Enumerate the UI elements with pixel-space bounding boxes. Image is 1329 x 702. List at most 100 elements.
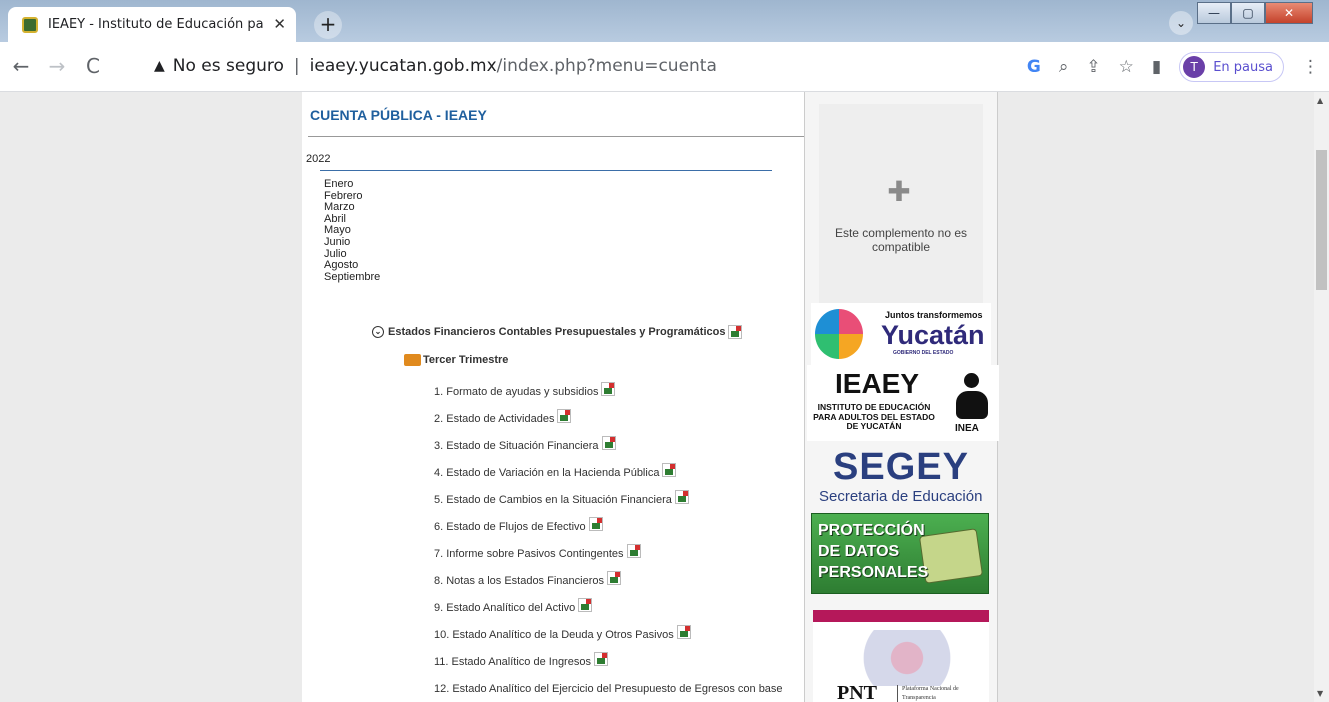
list-item[interactable]: 10. Estado Analítico de la Deuda y Otros… <box>434 625 783 652</box>
scroll-down-icon[interactable]: ▼ <box>1317 689 1323 698</box>
month-link[interactable]: Enero <box>324 178 380 191</box>
ieaey-description: INSTITUTO DE EDUCACIÓN PARA ADULTOS DEL … <box>813 402 935 431</box>
address-separator: | <box>293 56 300 76</box>
page-viewport: CUENTA PÚBLICA - IEAEY 2022 Enero Febrer… <box>0 92 1314 702</box>
list-item[interactable]: 3. Estado de Situación Financiera <box>434 436 783 463</box>
pnt-logo[interactable]: PNT Plataforma Nacional de Transparencia <box>813 610 989 702</box>
ieaey-name: IEAEY <box>835 368 920 399</box>
pdf-icon[interactable] <box>728 325 743 339</box>
bookmark-star-icon[interactable]: ☆ <box>1119 57 1134 77</box>
google-icon[interactable]: G <box>1027 57 1041 77</box>
forward-button[interactable]: → <box>42 52 72 82</box>
yucatan-logo[interactable]: Juntos transformemos Yucatán GOBIERNO DE… <box>811 303 991 365</box>
new-tab-button[interactable]: + <box>314 11 342 39</box>
zoom-icon[interactable]: ⌕ <box>1059 57 1069 77</box>
item-label[interactable]: 4. Estado de Variación en la Hacienda Pú… <box>434 467 659 479</box>
pdf-icon[interactable] <box>601 436 616 450</box>
profile-status: En pausa <box>1213 59 1273 75</box>
list-item[interactable]: 4. Estado de Variación en la Hacienda Pú… <box>434 463 783 490</box>
list-item[interactable]: 5. Estado de Cambios en la Situación Fin… <box>434 490 783 517</box>
list-item[interactable]: 6. Estado de Flujos de Efectivo <box>434 517 783 544</box>
datos-personales-banner[interactable]: PROTECCIÓN DE DATOS PERSONALES <box>811 513 989 594</box>
segey-logo[interactable]: SEGEY Secretaria de Educación <box>805 446 997 508</box>
tab-close-icon[interactable]: ✕ <box>273 15 286 33</box>
list-item[interactable]: 7. Informe sobre Pasivos Contingentes <box>434 544 783 571</box>
trimester-title: Tercer Trimestre <box>423 354 509 366</box>
sidebar: ✚ Este complemento no es compatible Junt… <box>804 92 999 702</box>
pdf-icon[interactable] <box>662 463 677 477</box>
profile-button[interactable]: T En pausa <box>1179 52 1284 82</box>
item-label[interactable]: 7. Informe sobre Pasivos Contingentes <box>434 548 624 560</box>
menu-icon[interactable]: ⋮ <box>1302 57 1319 77</box>
maximize-button[interactable]: ▢ <box>1231 2 1265 24</box>
pdf-icon[interactable] <box>676 625 691 639</box>
item-label[interactable]: 10. Estado Analítico de la Deuda y Otros… <box>434 629 674 641</box>
pdf-icon[interactable] <box>674 490 689 504</box>
month-link[interactable]: Agosto <box>324 260 380 272</box>
browser-tab[interactable]: IEAEY - Instituto de Educación pa ✕ <box>8 7 296 42</box>
scroll-thumb[interactable] <box>1316 150 1327 290</box>
section-heading[interactable]: ⌄ Estados Financieros Contables Presupue… <box>372 325 743 339</box>
browser-toolbar: ← → C ▲ No es seguro | ieaey.yucatan.gob… <box>0 42 1329 92</box>
pdf-icon[interactable] <box>588 517 603 531</box>
pdf-icon[interactable] <box>578 598 593 612</box>
item-label[interactable]: 11. Estado Analítico de Ingresos <box>434 656 591 668</box>
pdf-icon[interactable] <box>626 544 641 558</box>
section-title: Estados Financieros Contables Presupuest… <box>388 326 726 338</box>
back-button[interactable]: ← <box>6 52 36 82</box>
not-secure-icon[interactable]: ▲ <box>154 58 165 74</box>
item-label[interactable]: 12. Estado Analítico del Ejercicio del P… <box>434 683 783 695</box>
url-host[interactable]: ieaey.yucatan.gob.mx <box>310 56 497 76</box>
mexico-map-icon <box>841 630 961 686</box>
list-item[interactable]: 1. Formato de ayudas y subsidios <box>434 382 783 409</box>
segey-description: Secretaria de Educación <box>819 488 983 505</box>
list-item[interactable]: 11. Estado Analítico de Ingresos <box>434 652 783 679</box>
list-item[interactable]: 12. Estado Analítico del Ejercicio del P… <box>434 679 783 702</box>
item-label[interactable]: 8. Notas a los Estados Financieros <box>434 575 604 587</box>
security-status[interactable]: No es seguro <box>173 56 284 76</box>
reload-button[interactable]: C <box>78 52 108 82</box>
month-link[interactable]: Septiembre <box>324 271 380 284</box>
address-bar[interactable]: ▲ No es seguro | ieaey.yucatan.gob.mx /i… <box>140 49 1140 83</box>
pdf-icon[interactable] <box>601 382 616 396</box>
pdf-icon[interactable] <box>557 409 572 423</box>
url-path[interactable]: /index.php?menu=cuenta <box>497 56 717 76</box>
ieaey-logo[interactable]: IEAEY INSTITUTO DE EDUCACIÓN PARA ADULTO… <box>807 365 999 441</box>
browser-tab-strip: IEAEY - Instituto de Educación pa ✕ + ⌄ … <box>0 0 1329 42</box>
item-label[interactable]: 2. Estado de Actividades <box>434 413 554 425</box>
plugin-message: Este complemento no es compatible <box>834 226 968 254</box>
trimester-heading[interactable]: Tercer Trimestre <box>404 354 508 366</box>
list-item[interactable]: 2. Estado de Actividades <box>434 409 783 436</box>
segey-name: SEGEY <box>833 446 969 488</box>
item-label[interactable]: 3. Estado de Situación Financiera <box>434 440 599 452</box>
minimize-button[interactable]: — <box>1197 2 1231 24</box>
month-link[interactable]: Junio <box>324 236 380 249</box>
yucatan-name: Yucatán <box>881 320 985 350</box>
share-icon[interactable]: ⇪ <box>1086 57 1100 77</box>
yucatan-slogan: Juntos transformemos <box>885 310 983 320</box>
pnt-bar <box>813 610 989 622</box>
unsupported-plugin: ✚ Este complemento no es compatible <box>819 104 983 304</box>
pdf-icon[interactable] <box>593 652 608 666</box>
item-label[interactable]: 9. Estado Analítico del Activo <box>434 602 575 614</box>
close-window-button[interactable]: ✕ <box>1265 2 1313 24</box>
pnt-abbr: PNT <box>837 682 877 702</box>
item-label[interactable]: 6. Estado de Flujos de Efectivo <box>434 521 586 533</box>
title-divider <box>308 136 804 137</box>
tab-search-button[interactable]: ⌄ <box>1169 11 1193 35</box>
vertical-scrollbar[interactable]: ▲ ▼ <box>1314 92 1329 702</box>
list-item[interactable]: 9. Estado Analítico del Activo <box>434 598 783 625</box>
window-controls: — ▢ ✕ <box>1197 2 1313 24</box>
year-label[interactable]: 2022 <box>306 153 330 165</box>
toolbar-icons: G ⌕ ⇪ ☆ ▮ T En pausa ⋮ <box>1027 52 1319 82</box>
pdf-icon[interactable] <box>606 571 621 585</box>
list-item[interactable]: 8. Notas a los Estados Financieros <box>434 571 783 598</box>
puzzle-icon: ✚ <box>887 175 911 208</box>
item-label[interactable]: 5. Estado de Cambios en la Situación Fin… <box>434 494 672 506</box>
inea-label: INEA <box>955 423 979 434</box>
avatar: T <box>1183 56 1206 78</box>
collapse-icon[interactable]: ⌄ <box>372 326 384 338</box>
side-panel-icon[interactable]: ▮ <box>1152 57 1161 77</box>
scroll-up-icon[interactable]: ▲ <box>1317 96 1323 105</box>
item-label[interactable]: 1. Formato de ayudas y subsidios <box>434 386 598 398</box>
